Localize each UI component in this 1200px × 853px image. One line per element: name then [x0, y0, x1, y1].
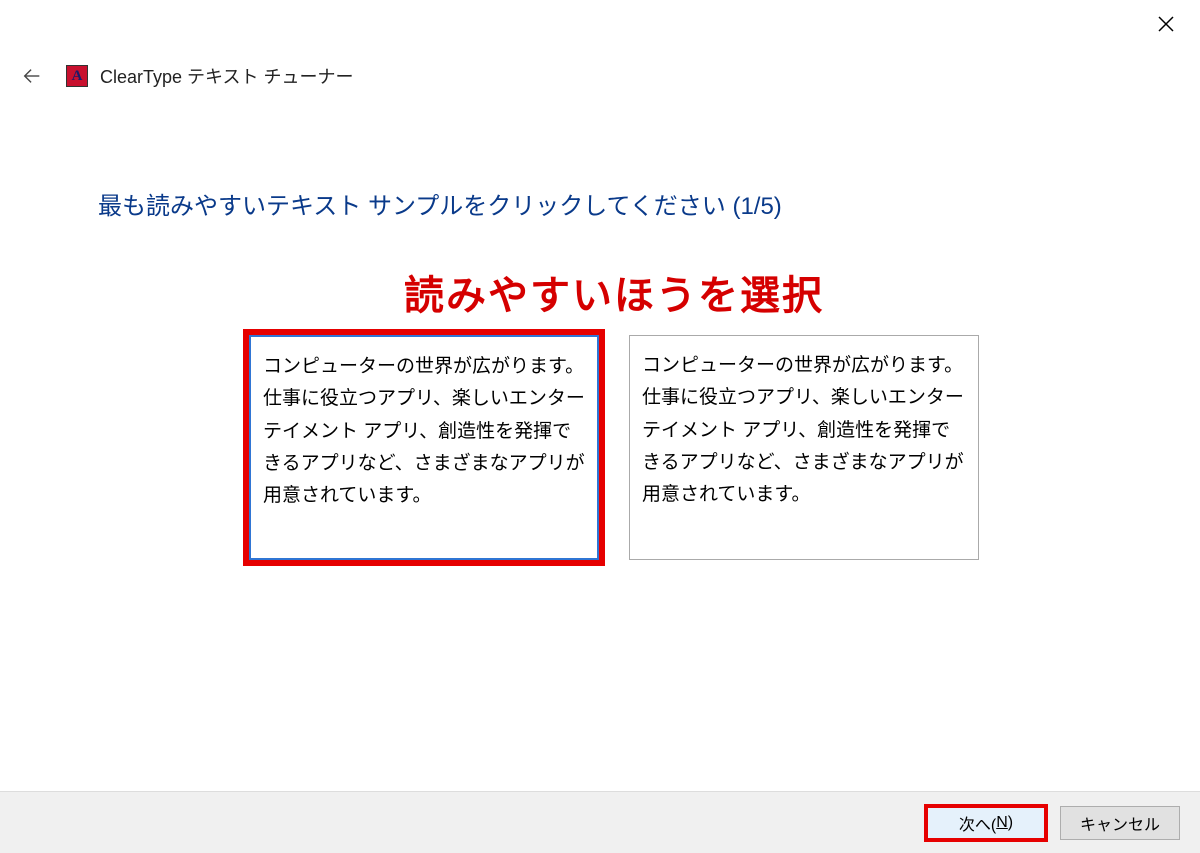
- sample-container: コンピューターの世界が広がります。仕事に役立つアプリ、楽しいエンターテイメント …: [98, 335, 1130, 560]
- app-title: ClearType テキスト チューナー: [100, 63, 354, 89]
- back-button[interactable]: [18, 62, 46, 90]
- back-arrow-icon: [21, 65, 43, 87]
- cleartype-tuner-window: A ClearType テキスト チューナー 最も読みやすいテキスト サンプルを…: [0, 0, 1200, 853]
- footer-bar: 次へ(N) キャンセル: [0, 791, 1200, 853]
- content-area: 最も読みやすいテキスト サンプルをクリックしてください (1/5) 読みやすいほ…: [0, 90, 1200, 791]
- next-button-key: N: [996, 814, 1008, 832]
- next-button-suffix: ): [1008, 814, 1013, 832]
- cancel-button[interactable]: キャンセル: [1060, 806, 1180, 840]
- next-button[interactable]: 次へ(N): [926, 806, 1046, 840]
- app-icon: A: [66, 65, 88, 87]
- close-icon: [1157, 15, 1175, 33]
- text-sample-2[interactable]: コンピューターの世界が広がります。仕事に役立つアプリ、楽しいエンターテイメント …: [629, 335, 979, 560]
- text-sample-1[interactable]: コンピューターの世界が広がります。仕事に役立つアプリ、楽しいエンターテイメント …: [249, 335, 599, 560]
- close-button[interactable]: [1152, 10, 1180, 38]
- next-button-prefix: 次へ(: [959, 811, 996, 835]
- titlebar: [0, 0, 1200, 48]
- instruction-text: 最も読みやすいテキスト サンプルをクリックしてください (1/5): [98, 186, 1130, 221]
- header: A ClearType テキスト チューナー: [0, 48, 1200, 90]
- annotation-overlay: 読みやすいほうを選択: [234, 263, 994, 321]
